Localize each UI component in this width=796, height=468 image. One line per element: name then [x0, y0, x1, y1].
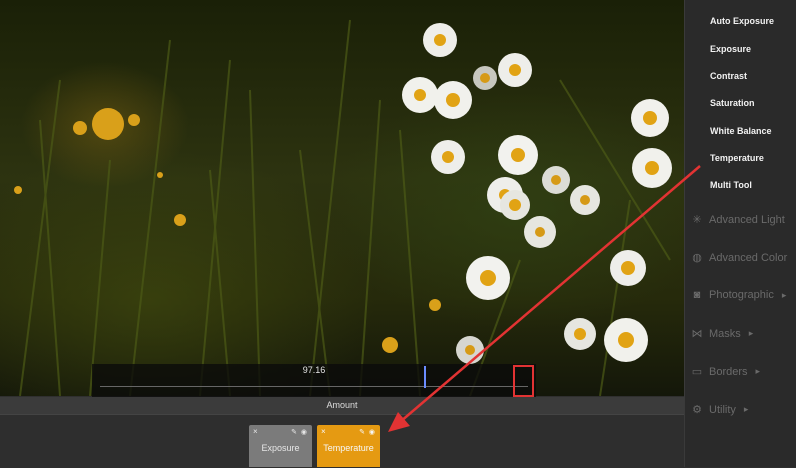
annotation-arrow	[388, 165, 701, 432]
